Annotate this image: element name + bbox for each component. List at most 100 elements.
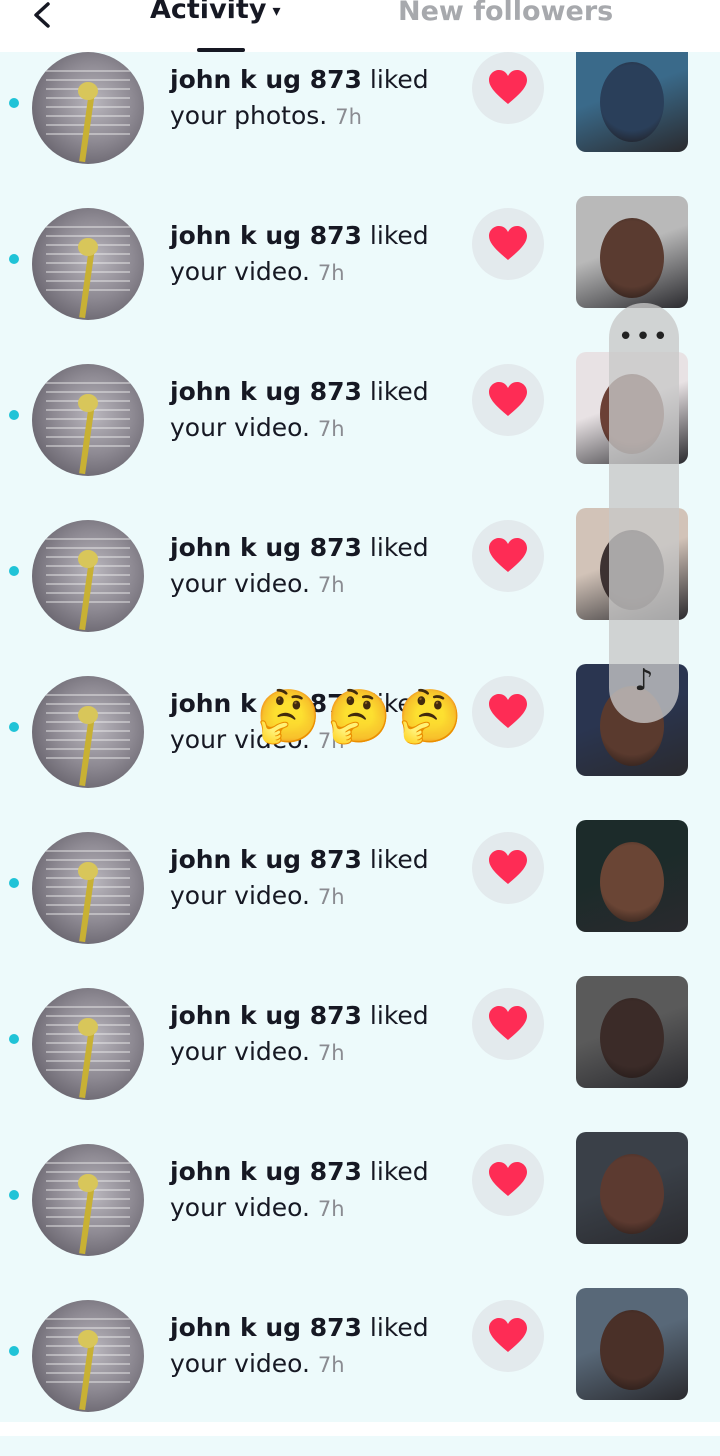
- avatar[interactable]: [32, 832, 144, 944]
- like-button[interactable]: [472, 988, 544, 1060]
- notification-text: john k ug 873 liked your video. 7h: [170, 842, 460, 915]
- username[interactable]: john k ug 873: [170, 377, 362, 406]
- notification-text: john k ug 873 liked your photos. 7h: [170, 62, 460, 135]
- timestamp: 7h: [335, 105, 362, 129]
- thumbnail-face: [600, 62, 664, 142]
- unread-dot: [9, 878, 19, 888]
- like-button[interactable]: [472, 364, 544, 436]
- username[interactable]: john k ug 873: [170, 1313, 362, 1342]
- avatar[interactable]: [32, 1144, 144, 1256]
- floating-side-panel[interactable]: ••• ♪: [609, 303, 679, 723]
- timestamp: 7h: [317, 1353, 345, 1377]
- action-text: liked: [369, 221, 429, 250]
- post-thumbnail[interactable]: [576, 976, 688, 1088]
- timestamp: 7h: [317, 885, 345, 909]
- action-text: liked: [369, 377, 429, 406]
- object-text: your photos.: [170, 101, 328, 130]
- avatar[interactable]: [32, 988, 144, 1100]
- timestamp: 7h: [317, 573, 345, 597]
- avatar-flower: [78, 706, 98, 724]
- like-button[interactable]: [472, 832, 544, 904]
- object-text: your video.: [170, 1349, 310, 1378]
- post-thumbnail[interactable]: [576, 1288, 688, 1400]
- thumbnail-face: [600, 998, 664, 1078]
- more-icon[interactable]: •••: [609, 324, 679, 350]
- notification-text: john k ug 873 liked your video. 7h: [170, 1154, 460, 1227]
- timestamp: 7h: [317, 261, 345, 285]
- action-text: liked: [369, 845, 429, 874]
- tab-indicator: [197, 48, 245, 52]
- post-thumbnail[interactable]: [576, 1132, 688, 1244]
- notification-row[interactable]: john k ug 873 liked your video. 7h: [0, 976, 720, 1144]
- avatar-flower: [78, 1174, 98, 1192]
- like-button[interactable]: [472, 1144, 544, 1216]
- object-text: your video.: [170, 881, 310, 910]
- like-button[interactable]: [472, 1300, 544, 1372]
- tab-activity-label: Activity: [150, 0, 267, 25]
- action-text: liked: [369, 1001, 429, 1030]
- unread-dot: [9, 98, 19, 108]
- unread-dot: [9, 410, 19, 420]
- object-text: your video.: [170, 257, 310, 286]
- notification-text: john k ug 873 liked your video. 7h: [170, 998, 460, 1071]
- post-thumbnail[interactable]: [576, 820, 688, 932]
- like-button[interactable]: [472, 520, 544, 592]
- avatar-flower: [78, 82, 98, 100]
- thumbnail-face: [600, 1154, 664, 1234]
- thumbnail-face: [600, 218, 664, 298]
- username[interactable]: john k ug 873: [170, 65, 362, 94]
- post-thumbnail[interactable]: [576, 196, 688, 308]
- notification-row[interactable]: john k ug 873 liked your video. 7h: [0, 820, 720, 988]
- object-text: your video.: [170, 569, 310, 598]
- avatar[interactable]: [32, 676, 144, 788]
- like-button[interactable]: [472, 52, 544, 124]
- avatar-flower: [78, 1330, 98, 1348]
- username[interactable]: john k ug 873: [170, 533, 362, 562]
- action-text: liked: [369, 1313, 429, 1342]
- object-text: your video.: [170, 1193, 310, 1222]
- bottom-edge: [0, 1422, 720, 1436]
- unread-dot: [9, 1034, 19, 1044]
- avatar-flower: [78, 394, 98, 412]
- heart-icon: [489, 1318, 527, 1352]
- avatar[interactable]: [32, 52, 144, 164]
- notification-row[interactable]: john k ug 873 liked your photos. 7h: [0, 40, 720, 208]
- avatar[interactable]: [32, 208, 144, 320]
- notification-text: john k ug 873 liked your video. 7h: [170, 1310, 460, 1383]
- unread-dot: [9, 1190, 19, 1200]
- action-text: liked: [369, 65, 429, 94]
- post-thumbnail[interactable]: [576, 40, 688, 152]
- music-note-icon[interactable]: ♪: [624, 663, 664, 703]
- avatar-flower: [78, 550, 98, 568]
- avatar-flower: [78, 238, 98, 256]
- username[interactable]: john k ug 873: [170, 845, 362, 874]
- object-text: your video.: [170, 413, 310, 442]
- heart-icon: [489, 70, 527, 104]
- action-text: liked: [369, 533, 429, 562]
- avatar-flower: [78, 1018, 98, 1036]
- username[interactable]: john k ug 873: [170, 1001, 362, 1030]
- heart-icon: [489, 382, 527, 416]
- tab-activity[interactable]: Activity ▾: [150, 0, 280, 30]
- timestamp: 7h: [317, 417, 345, 441]
- object-text: your video.: [170, 1037, 310, 1066]
- like-button[interactable]: [472, 208, 544, 280]
- notification-row[interactable]: john k ug 873 liked your video. 7h: [0, 1132, 720, 1300]
- avatar[interactable]: [32, 1300, 144, 1412]
- heart-icon: [489, 694, 527, 728]
- chevron-left-icon[interactable]: [28, 0, 68, 30]
- notification-text: john k ug 873 liked your video. 7h: [170, 218, 460, 291]
- username[interactable]: john k ug 873: [170, 1157, 362, 1186]
- like-button[interactable]: [472, 676, 544, 748]
- username[interactable]: john k ug 873: [170, 221, 362, 250]
- avatar[interactable]: [32, 364, 144, 476]
- unread-dot: [9, 566, 19, 576]
- avatar[interactable]: [32, 520, 144, 632]
- heart-icon: [489, 850, 527, 884]
- unread-dot: [9, 722, 19, 732]
- tab-new-followers[interactable]: New followers: [398, 0, 613, 27]
- top-bar: Activity ▾ New followers: [0, 0, 720, 52]
- avatar-flower: [78, 862, 98, 880]
- heart-icon: [489, 226, 527, 260]
- unread-dot: [9, 1346, 19, 1356]
